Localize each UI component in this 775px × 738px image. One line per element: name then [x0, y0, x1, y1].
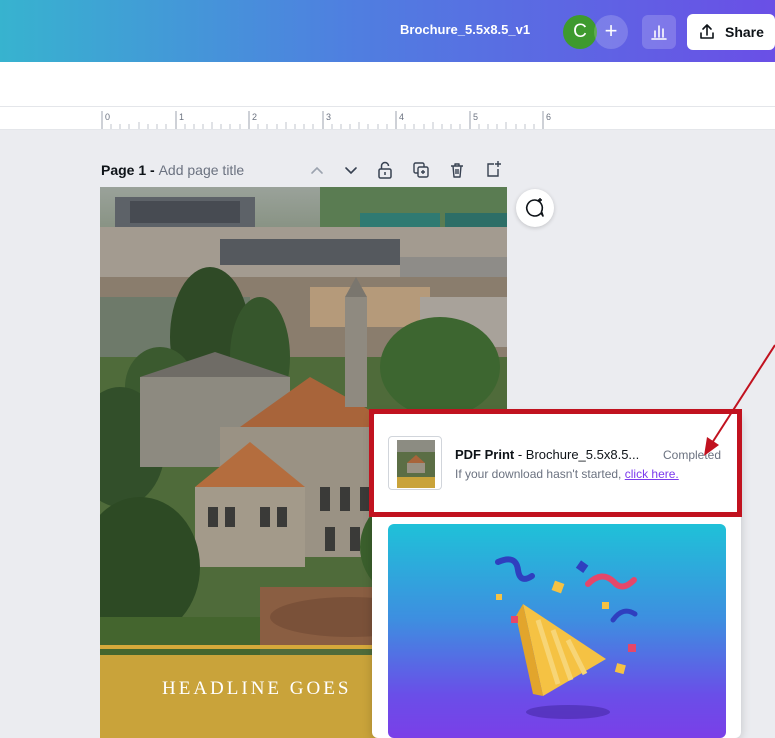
ruler: 0 1 2 3 4 5 6 — [0, 106, 775, 130]
ruler-mark: 3 — [326, 112, 332, 122]
ruler-mark: 4 — [399, 112, 405, 122]
share-button[interactable]: Share — [687, 14, 775, 50]
ruler-ticks — [101, 111, 544, 129]
ruler-mark: 6 — [546, 112, 552, 122]
ruler-mark: 0 — [105, 112, 111, 122]
party-popper-icon — [495, 556, 638, 719]
add-page-icon[interactable] — [482, 159, 504, 181]
chevron-down-icon[interactable] — [340, 159, 362, 181]
ruler-mark: 2 — [252, 112, 258, 122]
top-bar: Brochure_5.5x8.5_v1 C + Share — [0, 0, 775, 62]
chevron-up-icon[interactable] — [306, 159, 328, 181]
document-title[interactable]: Brochure_5.5x8.5_v1 — [400, 22, 530, 37]
insights-button[interactable] — [642, 15, 676, 49]
headline-text[interactable]: HEADLINE GOES — [162, 678, 351, 699]
ai-comment-icon — [526, 198, 544, 217]
trash-icon[interactable] — [446, 159, 468, 181]
share-icon — [700, 24, 714, 39]
duplicate-icon[interactable] — [410, 159, 432, 181]
insights-icon — [651, 25, 667, 40]
ruler-mark: 5 — [473, 112, 479, 122]
ai-comment-button[interactable] — [516, 189, 554, 227]
page-number: Page 1 - — [101, 162, 159, 178]
page-title-placeholder[interactable]: Add page title — [159, 162, 245, 178]
page-title[interactable]: Page 1 - Add page title — [101, 162, 244, 178]
ruler-mark: 1 — [179, 112, 185, 122]
share-label: Share — [725, 24, 764, 40]
user-avatar[interactable]: C — [563, 15, 597, 49]
highlight-box — [369, 409, 742, 517]
lock-icon[interactable] — [374, 159, 396, 181]
add-collaborator-button[interactable]: + — [594, 15, 628, 49]
celebration-card — [388, 524, 726, 738]
toolbar-area — [0, 62, 775, 108]
app-window: Brochure_5.5x8.5_v1 C + Share 0 1 2 3 4 … — [0, 0, 775, 738]
